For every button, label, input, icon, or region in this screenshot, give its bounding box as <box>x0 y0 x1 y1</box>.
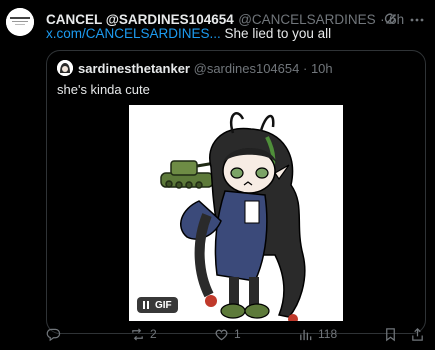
action-bar: 2 1 118 <box>46 325 425 343</box>
gif-media[interactable]: GIF <box>129 105 343 321</box>
views-button[interactable]: 118 <box>298 325 337 343</box>
like-count: 1 <box>234 327 241 341</box>
pause-icon <box>143 301 150 309</box>
share-button[interactable] <box>410 325 425 343</box>
post-link[interactable]: x.com/CANCELSARDINES... <box>46 26 221 41</box>
views-count: 118 <box>318 327 338 341</box>
quoted-post-text: she's kinda cute <box>57 82 150 97</box>
quoted-author-display-name[interactable]: sardinesthetanker <box>78 61 190 76</box>
bookmark-icon <box>386 327 395 341</box>
repost-icon <box>132 327 143 341</box>
post-body-text: She lied to you all <box>220 26 332 41</box>
author-handle[interactable]: @CANCELSARDINES <box>238 12 376 27</box>
author-display-name[interactable]: CANCEL @SARDINES104654 <box>46 12 234 27</box>
heart-icon <box>215 329 228 340</box>
quoted-author-avatar[interactable] <box>57 60 73 76</box>
like-button[interactable]: 1 <box>214 325 241 343</box>
post[interactable]: CANCEL @SARDINES104654 @CANCELSARDINES ·… <box>0 0 435 350</box>
repost-button[interactable]: 2 <box>130 325 157 343</box>
grok-icon[interactable] <box>383 11 399 27</box>
gif-badge[interactable]: GIF <box>137 297 178 313</box>
views-icon <box>300 329 312 340</box>
gif-label: GIF <box>155 299 172 311</box>
post-text: x.com/CANCELSARDINES... She lied to you … <box>46 26 331 41</box>
quoted-post[interactable]: sardinesthetanker @sardines104654 · 10h … <box>46 50 426 334</box>
author-avatar[interactable] <box>6 8 34 36</box>
quoted-post-header: sardinesthetanker @sardines104654 · 10h <box>78 61 333 76</box>
quoted-post-timestamp[interactable]: 10h <box>311 61 333 76</box>
reply-button[interactable] <box>46 325 61 343</box>
separator-dot: · <box>302 61 308 76</box>
repost-count: 2 <box>150 327 157 341</box>
reply-icon <box>46 328 61 341</box>
share-icon <box>412 327 423 341</box>
gif-illustration <box>129 105 343 321</box>
more-options-icon[interactable] <box>409 12 425 28</box>
bookmark-button[interactable] <box>383 325 398 343</box>
quoted-author-handle[interactable]: @sardines104654 <box>194 61 300 76</box>
